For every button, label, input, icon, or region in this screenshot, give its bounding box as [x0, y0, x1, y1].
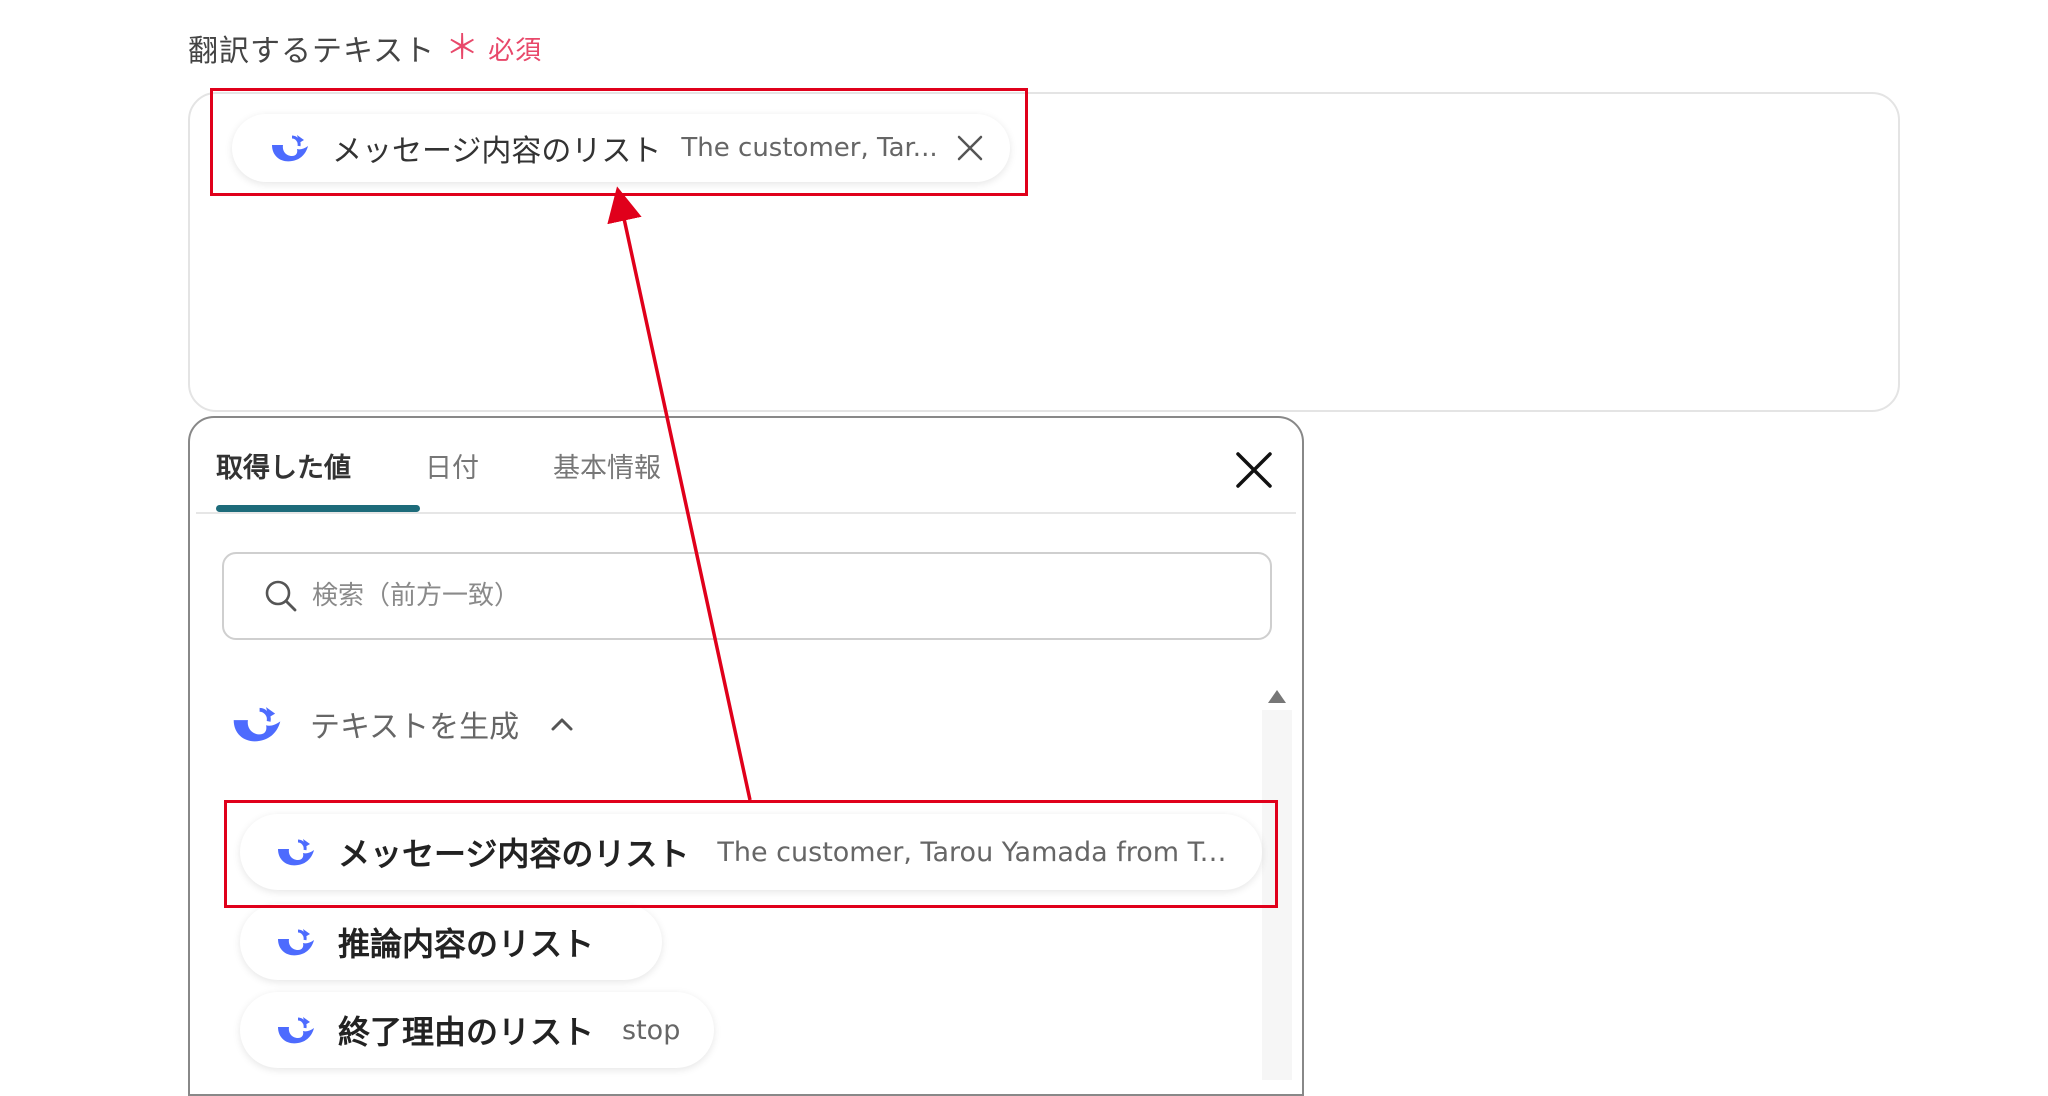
list-item[interactable]: 終了理由のリスト stop [240, 992, 714, 1068]
tab-basic-info[interactable]: 基本情報 [553, 446, 661, 501]
scroll-up-arrow[interactable] [1268, 690, 1286, 703]
list-item[interactable]: 推論内容のリスト [240, 904, 662, 980]
item-value: The customer, Tarou Yamada from Te... [717, 836, 1232, 868]
deepseek-whale-icon [278, 929, 314, 956]
group-title: テキストを生成 [310, 710, 520, 745]
deepseek-whale-icon [278, 1017, 314, 1044]
search-icon [265, 580, 297, 612]
selected-chip-label: メッセージ内容のリスト [332, 134, 662, 169]
tab-obtained-values[interactable]: 取得した値 [216, 446, 351, 501]
item-label: メッセージ内容のリスト [338, 835, 690, 873]
search-box [222, 552, 1272, 640]
field-label-text: 翻訳するテキスト [188, 34, 436, 69]
deepseek-whale-icon [233, 707, 281, 742]
list-item[interactable]: メッセージ内容のリスト The customer, Tarou Yamada f… [240, 814, 1262, 890]
deepseek-whale-icon [272, 135, 308, 162]
required-mark: ＊ [445, 28, 481, 68]
close-icon [957, 135, 983, 161]
active-tab-indicator [216, 505, 420, 512]
item-value: stop [622, 1014, 681, 1046]
selected-chip-value: The customer, Tar... [681, 133, 938, 163]
chevron-up-icon[interactable] [549, 711, 575, 737]
item-label: 終了理由のリスト [338, 1013, 595, 1051]
scrollbar-track[interactable] [1262, 710, 1292, 1080]
close-panel-icon[interactable] [1232, 448, 1276, 492]
item-label: 推論内容のリスト [338, 925, 595, 963]
picker-tabs: 取得した値 日付 基本情報 [216, 446, 735, 501]
deepseek-whale-icon [278, 839, 314, 866]
tab-divider [196, 512, 1296, 514]
tab-date[interactable]: 日付 [425, 446, 479, 501]
selected-variable-chip[interactable]: メッセージ内容のリスト The customer, Tar... [232, 114, 1010, 182]
field-label: 翻訳するテキスト ＊ 必須 [188, 26, 542, 70]
group-header-generate-text[interactable]: テキストを生成 [228, 702, 575, 746]
required-text: 必須 [488, 35, 543, 66]
remove-chip-button[interactable] [952, 130, 988, 166]
search-input[interactable] [310, 580, 1214, 612]
